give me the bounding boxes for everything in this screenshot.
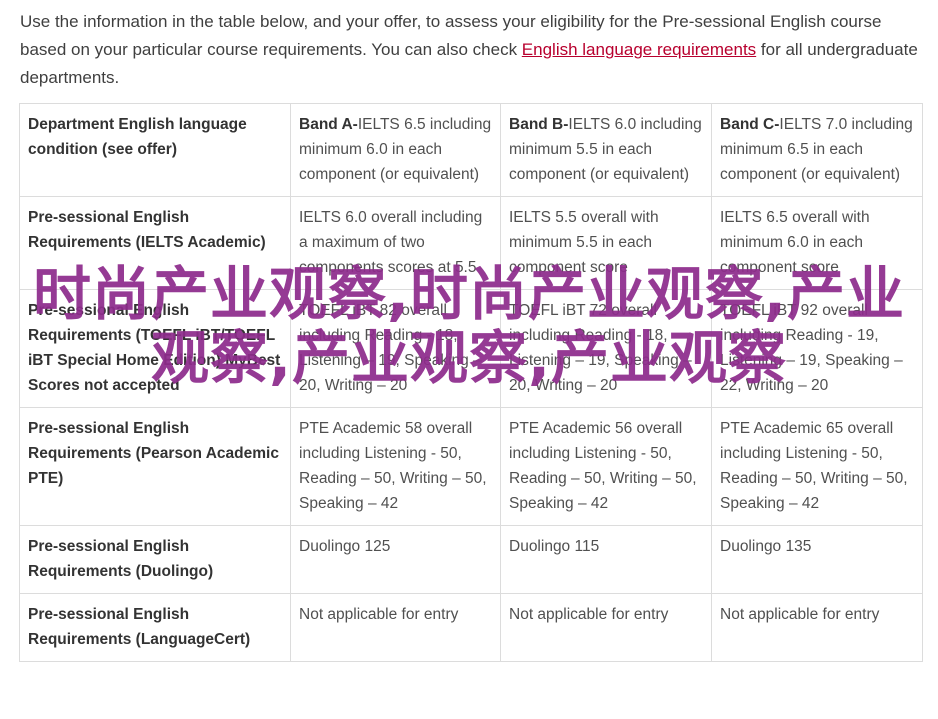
table-cell: IELTS 5.5 overall with minimum 5.5 in ea…: [500, 196, 712, 290]
table-cell: Duolingo 115: [500, 525, 712, 594]
table-cell: Not applicable for entry: [711, 593, 923, 662]
table-cell: IELTS 6.5 overall with minimum 6.0 in ea…: [711, 196, 923, 290]
table-cell: Duolingo 125: [290, 525, 501, 594]
row-label: Pre-sessional English Requirements (TOEF…: [19, 289, 291, 408]
table-cell: IELTS 6.0 overall including a maximum of…: [290, 196, 501, 290]
table-row-duolingo: Pre-sessional English Requirements (Duol…: [19, 525, 923, 594]
band-c-label: Band C-: [720, 116, 780, 133]
table-row-ielts: Pre-sessional English Requirements (IELT…: [19, 196, 923, 290]
english-requirements-link[interactable]: English language requirements: [522, 40, 756, 59]
band-a-label: Band A-: [299, 116, 358, 133]
intro-paragraph: Use the information in the table below, …: [20, 8, 925, 92]
requirements-table: Department English language condition (s…: [19, 103, 923, 662]
band-b-cell: Band B-IELTS 6.0 including minimum 5.5 i…: [500, 103, 712, 197]
row-label: Pre-sessional English Requirements (Pear…: [19, 407, 291, 526]
row-label: Pre-sessional English Requirements (Duol…: [19, 525, 291, 594]
table-cell: TOEFL iBT 72 overall including Reading -…: [500, 289, 712, 408]
band-c-cell: Band C-IELTS 7.0 including minimum 6.5 i…: [711, 103, 923, 197]
band-a-cell: Band A-IELTS 6.5 including minimum 6.0 i…: [290, 103, 501, 197]
table-cell: TOEFL iBT 92 overall including Reading -…: [711, 289, 923, 408]
table-row-toefl: Pre-sessional English Requirements (TOEF…: [19, 289, 923, 408]
table-row-pte: Pre-sessional English Requirements (Pear…: [19, 407, 923, 526]
table-row-languagecert: Pre-sessional English Requirements (Lang…: [19, 593, 923, 662]
table-cell: Not applicable for entry: [290, 593, 501, 662]
band-b-label: Band B-: [509, 116, 569, 133]
table-header-label: Department English language condition (s…: [19, 103, 291, 197]
table-cell: PTE Academic 65 overall including Listen…: [711, 407, 923, 526]
table-cell: PTE Academic 56 overall including Listen…: [500, 407, 712, 526]
row-label: Pre-sessional English Requirements (IELT…: [19, 196, 291, 290]
table-cell: TOEFL iBT 82 overall including Reading -…: [290, 289, 501, 408]
table-cell: Not applicable for entry: [500, 593, 712, 662]
table-cell: Duolingo 135: [711, 525, 923, 594]
table-cell: PTE Academic 58 overall including Listen…: [290, 407, 501, 526]
row-label: Pre-sessional English Requirements (Lang…: [19, 593, 291, 662]
table-header-row: Department English language condition (s…: [19, 103, 923, 197]
